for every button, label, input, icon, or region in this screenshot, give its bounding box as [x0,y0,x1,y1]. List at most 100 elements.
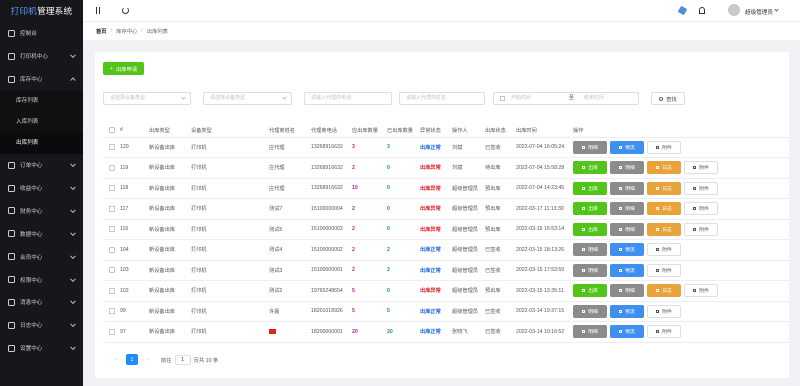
button-label: 明细 [588,330,598,336]
row-checkbox[interactable] [109,267,115,274]
detail-button[interactable]: 明细 [573,325,607,339]
table-row: 120 新设备出库 打印机 庄代理 13268916632 3 3 出库正常 刘斌 已签收 2022… [103,137,789,158]
cell-type: 新设备出库 [149,321,191,343]
sidebar-subitem[interactable]: 入库列表 [0,111,83,133]
log-button[interactable]: 日志 [647,222,681,236]
sidebar-subitem[interactable]: 库存列表 [0,90,83,112]
sidebar-item[interactable]: 消息中心 [0,291,83,314]
log-button[interactable]: 日志 [647,202,681,216]
outbound-button[interactable]: 出库 [573,222,607,236]
menu-fold-icon[interactable] [96,7,102,14]
row-checkbox[interactable] [109,226,115,233]
row-checkbox[interactable] [109,185,115,192]
row-checkbox[interactable] [109,287,115,294]
row-checkbox[interactable] [109,308,115,315]
device-select[interactable]: 请选择设备类型 [203,92,292,105]
sidebar-item[interactable]: 权限中心 [0,268,83,291]
attachment-button[interactable]: 附件 [684,284,718,298]
sidebar-item[interactable]: 数据中心 [0,222,83,245]
page-current[interactable]: 1 [126,354,138,365]
detail-button[interactable]: 明细 [610,181,644,195]
row-checkbox[interactable] [109,205,115,212]
attachment-button[interactable]: 附件 [684,202,718,216]
sidebar-item[interactable]: 日志中心 [0,314,83,337]
avatar[interactable] [728,4,740,16]
sidebar-item[interactable]: 收益中心 [0,177,83,200]
pagination: ‹ 1 › 前往 1 页共 10 条 [111,354,218,365]
button-label: 附件 [662,248,672,254]
detail-button[interactable]: 明细 [610,222,644,236]
cell-agent: 测试5 [269,219,311,240]
chevron-down-icon[interactable] [774,7,779,12]
attachment-button[interactable]: 附件 [647,243,681,257]
sidebar-item[interactable]: 库存中心 [0,68,83,91]
search-button[interactable]: 查找 [651,92,685,105]
logistics-button[interactable]: 物流 [610,304,644,318]
chevron-down-icon [181,95,186,100]
detail-button[interactable]: 明细 [610,202,644,216]
logistics-button[interactable]: 物流 [610,325,644,339]
search-label: 查找 [666,96,677,103]
table-row: 99 新设备出库 打印机 许嘉 18201018926 5 5 出库正常 超级管理员 已签收 202… [103,301,789,322]
attachment-button[interactable]: 附件 [647,304,681,318]
detail-button[interactable]: 明细 [573,304,607,318]
next-page-icon[interactable]: › [143,355,153,365]
logistics-button[interactable]: 物流 [610,140,644,154]
logistics-button[interactable]: 物流 [610,263,644,277]
log-button[interactable]: 日志 [647,284,681,298]
chevron-down-icon [70,321,76,328]
cell-outbound-status: 已签收 [485,137,516,158]
agent-phone-input[interactable]: 请输入代理商电话 [304,92,392,105]
cell-abnormal-status: 出库正常 [420,239,452,261]
row-checkbox[interactable] [109,144,115,151]
breadcrumb-home[interactable]: 首页 [96,27,107,35]
button-label: 附件 [699,227,709,233]
log-button[interactable]: 日志 [647,161,681,175]
page-jump-input[interactable]: 1 [174,354,191,365]
outbound-apply-button[interactable]: + 出库申请 [103,62,144,75]
attachment-button[interactable]: 附件 [647,263,681,277]
outbound-button[interactable]: 出库 [573,161,607,175]
sidebar-item[interactable]: 控制台 [0,22,83,45]
row-checkbox[interactable] [109,246,115,253]
button-label: 出库 [588,166,598,172]
detail-button[interactable]: 明细 [610,284,644,298]
sidebar-item[interactable]: 会员中心 [0,245,83,268]
sidebar-subitem[interactable]: 出库列表 [0,132,83,154]
sidebar-item[interactable]: 订单中心 [0,154,83,177]
attachment-button[interactable]: 附件 [684,181,718,195]
agent-name-input[interactable]: 请输入代理商姓名 [399,92,485,105]
row-checkbox[interactable] [109,164,115,171]
sidebar-item[interactable]: 财务中心 [0,199,83,222]
outbound-button[interactable]: 出库 [573,181,607,195]
outbound-button[interactable]: 出库 [573,202,607,216]
cell-phone: 15100000002 [311,239,352,261]
date-range-picker[interactable]: 开始时间 至 结束时间 [493,92,639,105]
attachment-button[interactable]: 附件 [684,161,718,175]
type-select[interactable]: 请选择设备类型 [103,92,191,105]
detail-button[interactable]: 明细 [610,161,644,175]
row-checkbox[interactable] [109,328,115,335]
bell-icon[interactable] [699,7,705,14]
attachment-button[interactable]: 附件 [647,325,681,339]
device-select-placeholder: 请选择设备类型 [210,95,246,101]
sidebar-item[interactable]: 设置中心 [0,337,83,360]
breadcrumb-inventory[interactable]: 库存中心 [116,27,137,35]
prev-page-icon[interactable]: ‹ [111,355,121,365]
select-all-checkbox[interactable] [109,127,115,134]
outbound-button[interactable]: 出库 [573,284,607,298]
attachment-button[interactable]: 附件 [647,140,681,154]
cell-should-qty: 10 [352,178,387,199]
log-button[interactable]: 日志 [647,181,681,195]
button-label: 明细 [588,145,598,151]
detail-button[interactable]: 明细 [573,243,607,257]
detail-button[interactable]: 明细 [573,140,607,154]
button-label: 物流 [625,248,635,254]
detail-button[interactable]: 明细 [573,263,607,277]
logistics-button[interactable]: 物流 [610,243,644,257]
refresh-icon[interactable] [122,7,129,14]
sidebar-item[interactable]: 打印机中心 [0,45,83,68]
clear-cache-icon[interactable] [677,5,688,16]
attachment-button[interactable]: 附件 [684,222,718,236]
username[interactable]: 超级管理员 [745,8,773,16]
